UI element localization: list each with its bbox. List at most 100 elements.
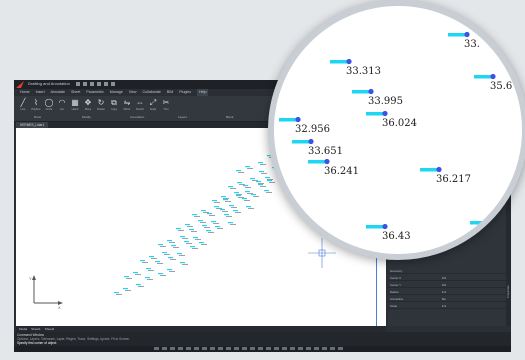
property-row[interactable]: Radius 1.0 [388, 289, 506, 295]
survey-point-marker[interactable] [236, 195, 241, 197]
survey-point-marker[interactable] [124, 276, 129, 278]
survey-point-node[interactable] [295, 116, 301, 123]
status-toggle-icon[interactable] [154, 347, 159, 350]
ribbon-tab-annotate[interactable]: Annotate [51, 89, 65, 96]
ribbon-tab-sheet[interactable]: Sheet [71, 89, 80, 96]
property-row[interactable]: Center Y 0.0 [388, 282, 506, 288]
survey-point-marker[interactable] [243, 185, 248, 187]
survey-point-node[interactable] [324, 158, 330, 165]
status-toggle-icon[interactable] [322, 347, 327, 350]
survey-point-marker[interactable] [149, 256, 154, 258]
survey-point-marker[interactable] [177, 253, 182, 255]
survey-point-marker[interactable] [258, 162, 263, 164]
survey-point-marker[interactable] [206, 230, 211, 232]
survey-point-marker[interactable] [265, 177, 270, 179]
tool-mirror-button[interactable]: ⇋ Mirror [122, 98, 132, 111]
status-toggle-icon[interactable] [266, 347, 271, 350]
status-toggle-icon[interactable] [274, 347, 279, 350]
save-icon[interactable] [90, 82, 94, 86]
survey-point-marker[interactable] [180, 236, 185, 238]
tool-arc-button[interactable]: ◠ Arc [57, 98, 67, 111]
survey-point-marker[interactable] [256, 181, 261, 183]
property-value[interactable]: 0.0 [442, 282, 446, 288]
survey-point-marker[interactable] [185, 224, 190, 226]
survey-point-marker[interactable] [236, 170, 241, 172]
property-row[interactable]: Center X 0.0 [388, 275, 506, 281]
tool-circle-button[interactable]: ◯ Circle [44, 98, 54, 111]
survey-point-node[interactable] [486, 219, 492, 226]
tool-polyline-button[interactable]: ⌇ Polyline [31, 98, 41, 111]
status-toggle-icon[interactable] [330, 347, 335, 350]
status-toggle-icon[interactable] [170, 347, 175, 350]
print-icon[interactable] [97, 82, 101, 86]
survey-point-marker[interactable] [201, 210, 206, 212]
command-window[interactable]: Command Window Options: Layers, Toleranc… [14, 332, 511, 346]
tool-hatch-button[interactable]: ▦ Hatch [70, 98, 80, 111]
survey-point-marker[interactable] [228, 222, 233, 224]
survey-point-marker[interactable] [168, 257, 173, 259]
survey-point-node[interactable] [382, 223, 388, 230]
property-row[interactable]: Geometry [388, 268, 506, 274]
survey-point-marker[interactable] [155, 261, 160, 263]
survey-point-marker[interactable] [184, 241, 189, 243]
survey-point-marker[interactable] [198, 220, 203, 222]
status-toggle-icon[interactable] [242, 347, 247, 350]
survey-point-marker[interactable] [202, 225, 207, 227]
tool-line-button[interactable]: ╱ Line [18, 98, 28, 111]
survey-point-marker[interactable] [162, 252, 167, 254]
status-toggle-icon[interactable] [218, 347, 223, 350]
ribbon-tab-view[interactable]: View [129, 89, 137, 96]
survey-point-marker[interactable] [234, 192, 239, 194]
property-value[interactable]: No [442, 296, 446, 302]
survey-point-marker[interactable] [192, 214, 197, 216]
survey-point-marker[interactable] [211, 221, 216, 223]
survey-point-marker[interactable] [233, 210, 238, 212]
open-icon[interactable] [83, 82, 87, 86]
survey-point-marker[interactable] [123, 288, 128, 290]
survey-point-node[interactable] [368, 88, 374, 95]
status-toggle-icon[interactable] [314, 347, 319, 350]
ribbon-tab-manage[interactable]: Manage [110, 89, 123, 96]
ribbon-tab-plugins[interactable]: Plugins [179, 89, 191, 96]
status-toggle-icon[interactable] [234, 347, 239, 350]
survey-point-marker[interactable] [171, 245, 176, 247]
survey-point-node[interactable] [436, 166, 442, 173]
survey-point-marker[interactable] [245, 166, 250, 168]
property-value[interactable]: 1.0 [442, 303, 446, 309]
tool-scale-button[interactable]: ⤢ Scale [148, 98, 158, 111]
status-toggle-icon[interactable] [202, 347, 207, 350]
property-value[interactable]: 0.0 [442, 275, 446, 281]
survey-point-marker[interactable] [140, 260, 145, 262]
status-toggle-icon[interactable] [250, 347, 255, 350]
status-toggle-icon[interactable] [282, 347, 287, 350]
survey-point-node[interactable] [490, 73, 496, 80]
survey-point-marker[interactable] [158, 273, 163, 275]
survey-point-marker[interactable] [199, 242, 204, 244]
survey-point-marker[interactable] [146, 268, 151, 270]
survey-point-marker[interactable] [207, 213, 212, 215]
status-toggle-icon[interactable] [186, 347, 191, 350]
status-toggle-icon[interactable] [210, 347, 215, 350]
tool-copy-button[interactable]: ⧉ Copy [109, 98, 119, 111]
survey-point-marker[interactable] [221, 196, 226, 198]
survey-point-marker[interactable] [250, 178, 255, 180]
tool-trim-button[interactable]: ✂ Trim [161, 98, 171, 111]
status-toggle-icon[interactable] [290, 347, 295, 350]
ribbon-tab-help[interactable]: Help [197, 89, 209, 96]
survey-point-marker[interactable] [228, 186, 233, 188]
survey-point-marker[interactable] [215, 226, 220, 228]
survey-point-marker[interactable] [167, 269, 172, 271]
survey-point-marker[interactable] [167, 240, 172, 242]
new-icon[interactable] [76, 82, 80, 86]
tool-rotate-button[interactable]: ↻ Rotate [96, 98, 106, 111]
survey-point-marker[interactable] [259, 171, 264, 173]
survey-point-marker[interactable] [190, 246, 195, 248]
survey-point-marker[interactable] [158, 244, 163, 246]
status-toggle-icon[interactable] [162, 347, 167, 350]
undo-icon[interactable] [104, 82, 108, 86]
survey-point-marker[interactable] [237, 182, 242, 184]
survey-point-node[interactable] [464, 31, 470, 38]
survey-point-node[interactable] [308, 138, 314, 145]
status-toggle-icon[interactable] [194, 347, 199, 350]
survey-point-marker[interactable] [220, 209, 225, 211]
